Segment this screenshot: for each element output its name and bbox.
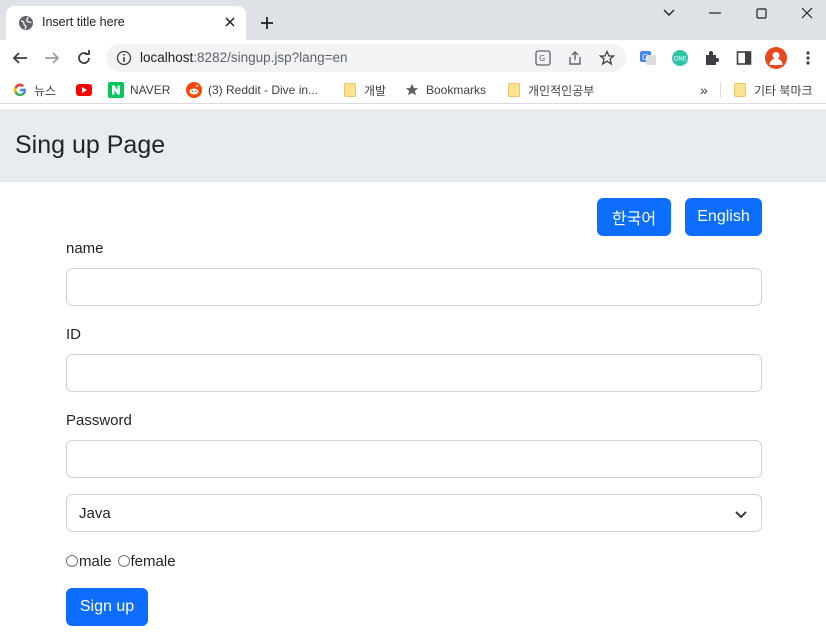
tab-strip: Insert title here: [0, 0, 826, 40]
svg-text:G: G: [539, 54, 545, 63]
svg-text:ONE: ONE: [674, 56, 687, 63]
male-label[interactable]: male: [79, 553, 112, 570]
close-tab-icon[interactable]: [222, 14, 238, 30]
page-title: Sing up Page: [15, 131, 166, 159]
id-input[interactable]: [66, 354, 762, 392]
globe-icon: [18, 15, 34, 31]
site-info-icon[interactable]: [116, 50, 132, 66]
profile-avatar-icon[interactable]: [764, 46, 788, 70]
browser-toolbar: localhost:8282/singup.jsp?lang=en G G ON…: [0, 40, 826, 76]
bookmark-label: 개발: [364, 83, 387, 98]
reload-icon[interactable]: [72, 46, 96, 70]
bookmark-reddit[interactable]: (3) Reddit - Dive in...: [186, 81, 318, 99]
one-extension-icon[interactable]: ONE: [668, 46, 692, 70]
forward-arrow-icon[interactable]: [40, 46, 64, 70]
extensions-puzzle-icon[interactable]: [700, 46, 724, 70]
side-panel-icon[interactable]: [732, 46, 756, 70]
male-radio[interactable]: [66, 555, 78, 567]
bookmarks-overflow-button[interactable]: »: [700, 81, 708, 99]
new-tab-icon[interactable]: [256, 12, 278, 34]
bookmark-other[interactable]: 기타 북마크: [732, 81, 813, 99]
select-value: Java: [79, 505, 111, 522]
tab-title: Insert title here: [42, 15, 125, 29]
korean-button[interactable]: 한국어: [597, 198, 671, 236]
bookmark-folder-study[interactable]: 개인적인공부: [506, 81, 594, 99]
bookmark-label: NAVER: [130, 83, 171, 97]
youtube-icon: [76, 82, 92, 98]
bookmark-label: 개인적인공부: [528, 83, 595, 98]
translate-icon[interactable]: G: [534, 49, 552, 67]
folder-icon: [732, 82, 748, 98]
gender-radio-group: male female: [66, 551, 176, 571]
signup-button[interactable]: Sign up: [66, 588, 148, 626]
bookmark-label: (3) Reddit - Dive in...: [208, 83, 319, 97]
bookmark-label: 기타 북마크: [754, 83, 813, 98]
bookmark-label: 뉴스: [34, 83, 57, 98]
page-header: Sing up Page: [0, 109, 826, 182]
naver-icon: [108, 82, 124, 98]
reddit-icon: [186, 82, 202, 98]
bookmark-news[interactable]: 뉴스: [12, 81, 56, 99]
google-icon: [12, 82, 28, 98]
chevron-down-icon: [733, 506, 749, 522]
address-bar[interactable]: localhost:8282/singup.jsp?lang=en G: [106, 44, 626, 72]
address-url[interactable]: localhost:8282/singup.jsp?lang=en: [140, 50, 348, 65]
bookmark-star-icon[interactable]: [598, 49, 616, 67]
name-label: name: [66, 240, 104, 257]
bookmark-youtube[interactable]: [76, 81, 98, 99]
password-label: Password: [66, 412, 132, 429]
female-radio[interactable]: [117, 555, 130, 567]
maximize-icon[interactable]: [738, 0, 784, 26]
password-input[interactable]: [66, 440, 762, 478]
star-icon: [404, 82, 420, 98]
share-icon[interactable]: [566, 49, 584, 67]
id-label: ID: [66, 326, 81, 343]
minimize-icon[interactable]: [692, 0, 738, 26]
female-label[interactable]: female: [131, 553, 176, 570]
bookmark-naver[interactable]: NAVER: [108, 81, 170, 99]
bookmark-bookmarks[interactable]: Bookmarks: [404, 81, 486, 99]
address-host: localhost: [140, 50, 194, 65]
bookmark-label: Bookmarks: [426, 83, 487, 97]
address-path: :8282/singup.jsp?lang=en: [193, 50, 348, 65]
svg-text:G: G: [642, 53, 648, 62]
browser-tab[interactable]: Insert title here: [6, 6, 246, 40]
back-arrow-icon[interactable]: [8, 46, 32, 70]
name-input[interactable]: [66, 268, 762, 306]
menu-kebab-icon[interactable]: [796, 46, 820, 70]
bookmarks-bar: 뉴스 NAVER (3) Reddit - Dive in... 개발 Book…: [0, 76, 826, 104]
close-window-icon[interactable]: [784, 0, 826, 26]
google-translate-extension-icon[interactable]: G: [636, 46, 660, 70]
bookmarks-divider: [720, 82, 721, 98]
folder-icon: [342, 82, 358, 98]
english-button[interactable]: English: [685, 198, 762, 236]
folder-icon: [506, 82, 522, 98]
bookmark-folder-dev[interactable]: 개발: [342, 81, 386, 99]
tab-search-chevron-icon[interactable]: [646, 0, 692, 26]
language-select[interactable]: Java: [66, 494, 762, 532]
